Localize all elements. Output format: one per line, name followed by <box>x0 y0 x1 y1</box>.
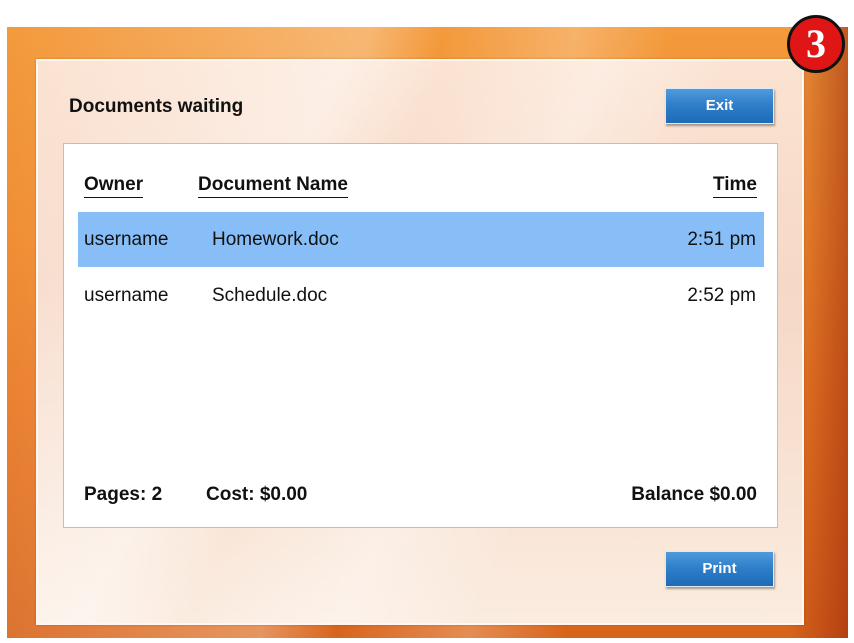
column-header-owner: Owner <box>84 174 144 198</box>
document-list <box>63 143 778 528</box>
row-owner: username <box>84 229 169 250</box>
row-document-name: Schedule.doc <box>212 285 328 306</box>
row-document-name: Homework.doc <box>212 229 339 250</box>
table-row-selected[interactable]: username Homework.doc 2:51 pm <box>78 212 764 267</box>
column-header-document-name: Document Name <box>198 174 348 198</box>
column-header-time: Time <box>712 174 757 198</box>
pages-count: Pages: 2 <box>84 484 163 505</box>
step-number-badge: 3 <box>787 15 845 73</box>
cost-value: Cost: $0.00 <box>206 484 308 505</box>
print-button[interactable]: Print <box>665 551 774 587</box>
row-time: 2:51 pm <box>687 229 756 250</box>
print-release-screen: Documents waiting Exit Owner Document Na… <box>0 0 854 643</box>
dialog-title: Documents waiting <box>69 96 244 117</box>
row-owner: username <box>84 285 169 306</box>
row-time: 2:52 pm <box>687 285 756 306</box>
table-row[interactable]: username Schedule.doc 2:52 pm <box>78 268 764 323</box>
balance-value: Balance $0.00 <box>631 484 757 505</box>
exit-button[interactable]: Exit <box>665 88 774 124</box>
